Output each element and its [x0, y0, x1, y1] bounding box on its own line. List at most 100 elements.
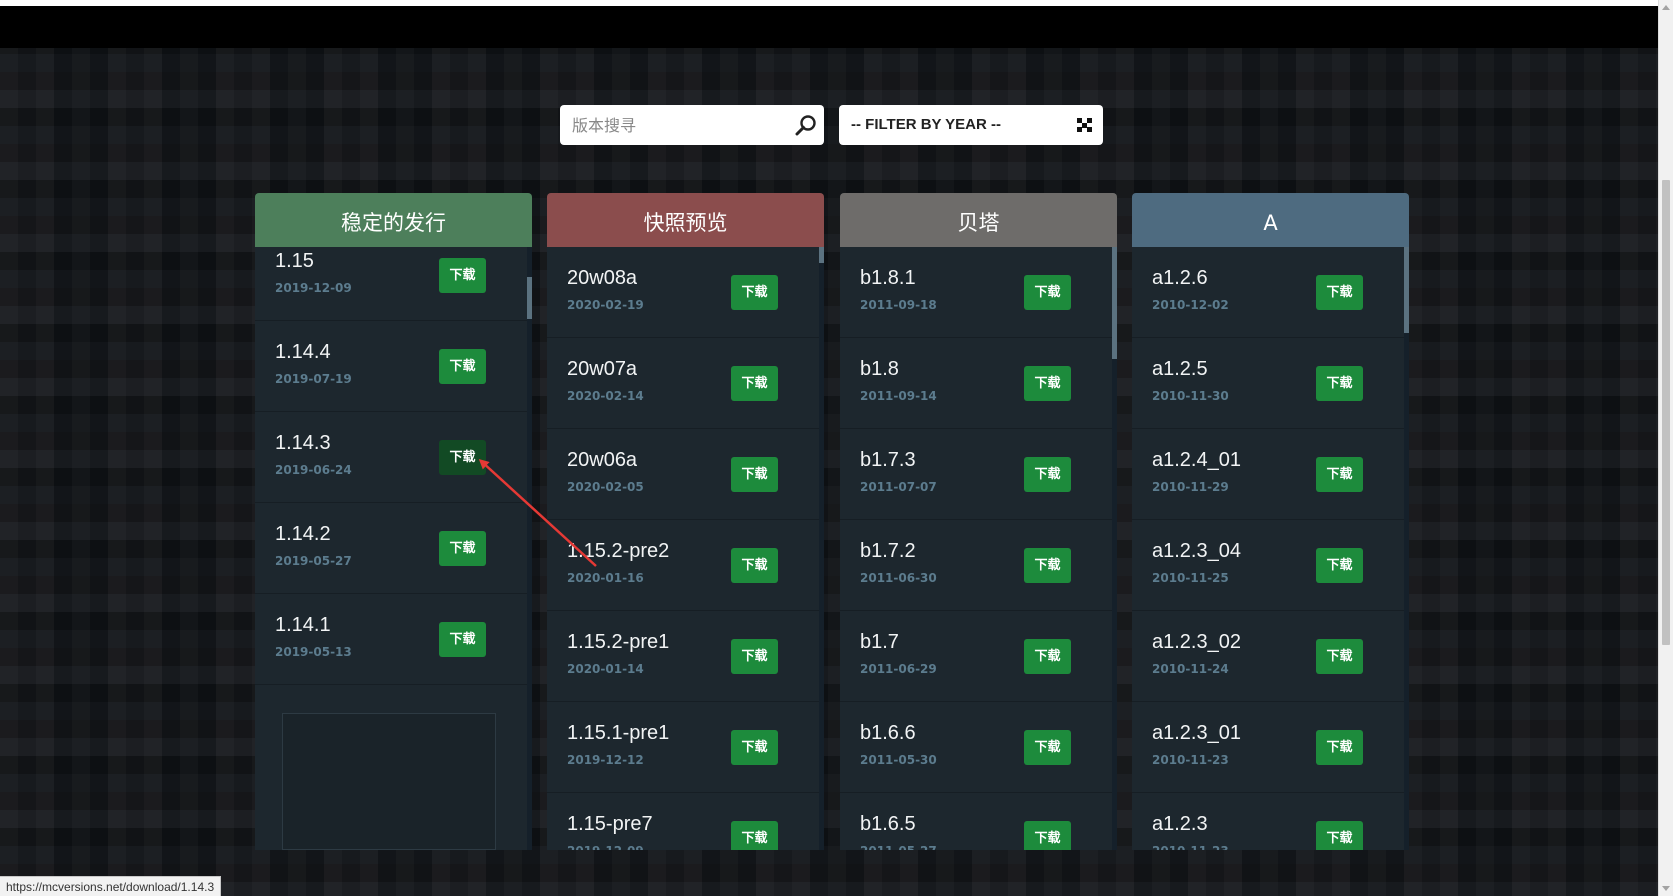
status-bar-url: https://mcversions.net/download/1.14.3 — [0, 876, 222, 896]
download-button[interactable]: 下载 — [731, 366, 778, 401]
column-snapshots: 快照预览 20w08a 2020-02-19 下载 20w07a 2020-02… — [547, 193, 824, 850]
list-item: b1.7 2011-06-29 下载 — [840, 611, 1117, 702]
download-button[interactable]: 下载 — [731, 730, 778, 765]
version-name: b1.8 — [860, 358, 899, 380]
release-date: 2010-12-02 — [1152, 298, 1229, 312]
download-button[interactable]: 下载 — [1316, 730, 1363, 765]
list-item: 1.14.1 2019-05-13 下载 — [255, 594, 527, 685]
version-name: 1.14.4 — [275, 341, 331, 363]
column-scrollbar[interactable] — [819, 247, 824, 850]
version-name: b1.8.1 — [860, 267, 916, 289]
download-button[interactable]: 下载 — [1024, 366, 1071, 401]
list-item: 1.14.2 2019-05-27 下载 — [255, 503, 527, 594]
list-item: 1.15-pre7 2019-12-09 下载 — [547, 793, 824, 850]
column-header-stable: 稳定的发行 — [255, 193, 532, 247]
year-filter-select[interactable]: -- FILTER BY YEAR -- — [839, 105, 1103, 145]
download-button[interactable]: 下载 — [1316, 639, 1363, 674]
version-name: 1.15 — [275, 250, 314, 272]
download-button[interactable]: 下载 — [731, 821, 778, 850]
list-item: b1.6.5 2011-05-27 下载 — [840, 793, 1117, 850]
download-button[interactable]: 下载 — [1316, 366, 1363, 401]
list-item: b1.7.2 2011-06-30 下载 — [840, 520, 1117, 611]
release-date: 2020-02-14 — [567, 389, 644, 403]
version-name: 1.15.2-pre2 — [567, 540, 670, 562]
search-icon[interactable] — [794, 113, 818, 137]
site-header-bar — [0, 6, 1658, 48]
version-name: a1.2.4_01 — [1152, 449, 1241, 471]
column-scrollbar-thumb[interactable] — [819, 247, 824, 263]
version-name: b1.6.6 — [860, 722, 916, 744]
release-date: 2011-09-18 — [860, 298, 937, 312]
list-item: 20w07a 2020-02-14 下载 — [547, 338, 824, 429]
version-name: a1.2.3_01 — [1152, 722, 1241, 744]
release-date: 2020-01-16 — [567, 571, 644, 585]
version-name: 1.15-pre7 — [567, 813, 653, 835]
page-scrollbar-thumb[interactable] — [1662, 180, 1670, 645]
list-item: a1.2.3_04 2010-11-25 下载 — [1132, 520, 1409, 611]
column-scrollbar[interactable] — [1404, 247, 1409, 850]
list-item: 1.14.4 2019-07-19 下载 — [255, 321, 527, 412]
scroll-up-arrow-icon[interactable] — [1662, 5, 1670, 10]
column-list-stable[interactable]: 1.15 2019-12-09 下载 1.14.4 2019-07-19 下载 … — [255, 247, 532, 850]
column-scrollbar[interactable] — [527, 247, 532, 850]
download-button[interactable]: 下载 — [731, 457, 778, 492]
column-scrollbar-thumb[interactable] — [1112, 247, 1117, 359]
download-button[interactable]: 下载 — [1024, 275, 1071, 310]
version-name: 1.14.3 — [275, 432, 331, 454]
version-name: a1.2.5 — [1152, 358, 1208, 380]
download-button[interactable]: 下载 — [1024, 821, 1071, 850]
download-button[interactable]: 下载 — [731, 548, 778, 583]
release-date: 2010-11-23 — [1152, 753, 1229, 767]
list-item: 1.14.3 2019-06-24 下载 — [255, 412, 527, 503]
download-button[interactable]: 下载 — [1024, 639, 1071, 674]
version-name: b1.6.5 — [860, 813, 916, 835]
list-item: b1.8.1 2011-09-18 下载 — [840, 247, 1117, 338]
download-button[interactable]: 下载 — [1316, 821, 1363, 850]
list-item: 1.15.2-pre1 2020-01-14 下载 — [547, 611, 824, 702]
version-search-box[interactable] — [560, 105, 824, 145]
release-date: 2019-05-13 — [275, 645, 352, 659]
version-name: b1.7.3 — [860, 449, 916, 471]
download-button[interactable]: 下载 — [1316, 548, 1363, 583]
version-search-input[interactable] — [572, 105, 782, 145]
column-scrollbar[interactable] — [1112, 247, 1117, 850]
release-date: 2019-12-12 — [567, 753, 644, 767]
version-name: a1.2.3 — [1152, 813, 1208, 835]
download-button[interactable]: 下载 — [731, 275, 778, 310]
download-button[interactable]: 下载 — [1024, 548, 1071, 583]
release-date: 2020-02-19 — [567, 298, 644, 312]
version-name: a1.2.6 — [1152, 267, 1208, 289]
list-item: a1.2.3 2010-11-23 下载 — [1132, 793, 1409, 850]
release-date: 2019-12-09 — [275, 281, 352, 295]
download-button[interactable]: 下载 — [1024, 730, 1071, 765]
download-button[interactable]: 下载 — [1316, 275, 1363, 310]
list-item: a1.2.5 2010-11-30 下载 — [1132, 338, 1409, 429]
download-button[interactable]: 下载 — [439, 349, 486, 384]
version-name: 20w06a — [567, 449, 638, 471]
annotation-arrow — [478, 458, 597, 567]
release-date: 2020-02-05 — [567, 480, 644, 494]
download-button-hovered[interactable]: 下载 — [439, 440, 486, 475]
list-item: b1.7.3 2011-07-07 下载 — [840, 429, 1117, 520]
download-button[interactable]: 下载 — [731, 639, 778, 674]
list-item: a1.2.4_01 2010-11-29 下载 — [1132, 429, 1409, 520]
column-scrollbar-thumb[interactable] — [527, 277, 532, 319]
column-header-snapshots: 快照预览 — [547, 193, 824, 247]
download-button[interactable]: 下载 — [439, 531, 486, 566]
release-date: 2011-05-27 — [860, 844, 937, 850]
download-button[interactable]: 下载 — [439, 258, 486, 293]
release-date: 2011-05-30 — [860, 753, 937, 767]
column-list-beta[interactable]: b1.8.1 2011-09-18 下载 b1.8 2011-09-14 下载 … — [840, 247, 1117, 850]
download-button[interactable]: 下载 — [1316, 457, 1363, 492]
column-scrollbar-thumb[interactable] — [1404, 247, 1409, 333]
column-list-snapshots[interactable]: 20w08a 2020-02-19 下载 20w07a 2020-02-14 下… — [547, 247, 824, 850]
page-scrollbar[interactable] — [1658, 0, 1673, 896]
release-date: 2019-05-27 — [275, 554, 352, 568]
download-button[interactable]: 下载 — [439, 622, 486, 657]
column-header-alpha: A — [1132, 193, 1409, 247]
version-name: 20w07a — [567, 358, 638, 380]
release-date: 2011-09-14 — [860, 389, 937, 403]
download-button[interactable]: 下载 — [1024, 457, 1071, 492]
column-list-alpha[interactable]: a1.2.6 2010-12-02 下载 a1.2.5 2010-11-30 下… — [1132, 247, 1409, 850]
scroll-down-arrow-icon[interactable] — [1662, 886, 1670, 891]
